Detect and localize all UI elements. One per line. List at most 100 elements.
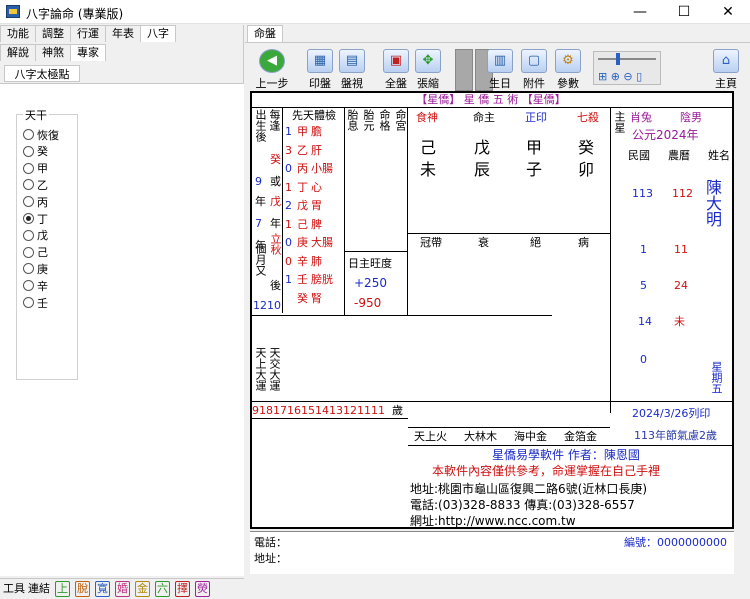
organ-stem: 甲 — [297, 125, 308, 138]
attach-button[interactable]: ▢ 附件 — [519, 49, 549, 90]
liu-icon[interactable]: 六 — [155, 581, 170, 597]
cal-gm: 1 — [640, 243, 647, 256]
organ-name: 胃 — [311, 199, 322, 212]
tianjiao-label: 天交大運 — [268, 347, 281, 391]
tab-expert[interactable]: 專家 — [70, 44, 106, 61]
divider — [252, 107, 732, 108]
divider — [408, 427, 610, 428]
left-b5: 立秋 — [269, 233, 282, 255]
radio-circle-icon[interactable] — [23, 297, 34, 308]
radio-circle-icon[interactable] — [23, 229, 34, 241]
ze-icon[interactable]: 擇 — [175, 581, 190, 597]
wangdu-label: 日主旺度 — [348, 257, 392, 270]
radio-circle-icon[interactable] — [23, 129, 34, 140]
radio-option[interactable]: 己 — [23, 245, 48, 260]
printed-date: 2024/3/26列印 — [632, 407, 711, 420]
bazi-chart: 【星僑】 星 僑 五 術 【星僑】 出生後 每逢 9 年 7 年 個月又 癸 或… — [250, 91, 734, 529]
radio-circle-icon[interactable] — [23, 145, 34, 157]
subtab-taiji[interactable]: 八字太極點 — [4, 65, 80, 82]
ying-icon[interactable]: 熒 — [195, 581, 210, 597]
radio-circle-icon[interactable] — [23, 213, 34, 224]
organ-count: 1 — [285, 273, 292, 286]
radio-option[interactable]: 甲 — [23, 161, 48, 176]
full-button[interactable]: ▣ 全盤 — [381, 49, 411, 90]
radio-option[interactable]: 壬 — [23, 295, 48, 310]
left-b2: 或 — [270, 175, 281, 188]
home-button[interactable]: ⌂ 主頁 — [711, 49, 741, 90]
radio-circle-icon[interactable] — [23, 246, 34, 258]
radio-option[interactable]: 辛 — [23, 278, 48, 293]
cal-g-label: 民國 — [628, 149, 650, 162]
pillar-ss-1: 食神 — [416, 111, 438, 124]
left-num-a1: 9 — [255, 175, 262, 188]
group-title: 天干 — [23, 107, 49, 123]
tab-function[interactable]: 功能 — [0, 25, 36, 42]
spread-button[interactable]: ✥ 張縮 — [413, 49, 443, 90]
radio-option[interactable]: 庚 — [23, 261, 48, 276]
shang-icon[interactable]: 上 — [55, 581, 70, 597]
radio-option[interactable]: 丙 — [23, 194, 48, 209]
link-label[interactable]: 連結 — [28, 581, 50, 597]
divider — [344, 107, 345, 315]
separator-block — [455, 49, 473, 91]
meifeng-label: 每逢 — [268, 109, 281, 131]
chusheng-label: 出生後 — [254, 109, 267, 142]
tab-yearly[interactable]: 年表 — [105, 25, 141, 42]
organ-count: 1 — [285, 217, 292, 231]
organ-count: 0 — [285, 254, 292, 268]
zoom-control[interactable]: ⊞ ⊕ ⊖ ▯ — [593, 51, 661, 85]
print-button[interactable]: ▦ 印盤 — [305, 49, 335, 90]
param-label: 參數 — [557, 77, 579, 90]
minimize-button[interactable]: — — [618, 0, 662, 24]
kuan-icon[interactable]: 寬 — [95, 581, 110, 597]
tools-label[interactable]: 工具 — [3, 581, 25, 597]
tab-bazi[interactable]: 八字 — [140, 25, 176, 42]
tab-adjust[interactable]: 調整 — [35, 25, 71, 42]
tuo-icon[interactable]: 脫 — [75, 581, 90, 597]
window-title: 八字論命 (專業版) — [26, 7, 124, 21]
radio-option[interactable]: 丁 — [23, 211, 48, 226]
radio-label: 恢復 — [37, 128, 59, 142]
tab-luck[interactable]: 行運 — [70, 25, 106, 42]
radio-label: 癸 — [37, 145, 48, 159]
radio-circle-icon[interactable] — [23, 179, 34, 191]
left-b6: 後 — [270, 279, 281, 292]
left-num-a3: 7 — [255, 217, 262, 230]
view-label: 盤視 — [341, 77, 363, 90]
radio-option[interactable]: 恢復 — [23, 127, 59, 142]
radio-option[interactable]: 乙 — [23, 177, 48, 192]
prev-button[interactable]: ◀ 上一步 — [255, 49, 289, 90]
zoom-slider-handle[interactable] — [616, 53, 620, 65]
tab-chart[interactable]: 命盤 — [247, 25, 283, 42]
zoom-icons[interactable]: ⊞ ⊕ ⊖ ▯ — [598, 70, 642, 83]
nayin-1: 天上火 — [414, 430, 447, 443]
organ-name: 心 — [311, 180, 322, 194]
radio-circle-icon[interactable] — [23, 162, 34, 174]
notice: 本軟件內容僅供參考，命運掌握在自己手裡 — [432, 464, 661, 478]
left-tabs-row1: 功能 調整 行運 年表 八字 — [0, 25, 176, 42]
luck-age: 21 — [350, 404, 364, 417]
birthday-button[interactable]: ▥ 生日 — [485, 49, 515, 90]
radio-option[interactable]: 癸 — [23, 144, 48, 159]
hun-icon[interactable]: 婚 — [115, 581, 130, 597]
radio-circle-icon[interactable] — [23, 196, 34, 208]
full-label: 全盤 — [385, 77, 407, 90]
radio-circle-icon[interactable] — [23, 280, 34, 292]
print-label: 印盤 — [309, 77, 331, 90]
close-button[interactable]: ✕ — [706, 0, 750, 24]
divider — [252, 401, 732, 402]
view-button[interactable]: ▤ 盤視 — [337, 49, 367, 90]
left-c2: 10 — [267, 299, 281, 312]
tab-shensha[interactable]: 神煞 — [35, 44, 71, 61]
param-button[interactable]: ⚙ 參數 — [553, 49, 583, 90]
divider — [610, 107, 611, 413]
jin-icon[interactable]: 金 — [135, 581, 150, 597]
branch-2: 辰 — [474, 160, 491, 179]
radio-option[interactable]: 戊 — [23, 228, 48, 243]
maximize-button[interactable]: ☐ — [662, 0, 706, 24]
wangdu-value-2: -950 — [354, 296, 382, 310]
radio-circle-icon[interactable] — [23, 263, 34, 275]
wangdu-value-1: +250 — [354, 276, 387, 290]
radio-label: 乙 — [37, 178, 48, 192]
tab-explain[interactable]: 解說 — [0, 44, 36, 61]
